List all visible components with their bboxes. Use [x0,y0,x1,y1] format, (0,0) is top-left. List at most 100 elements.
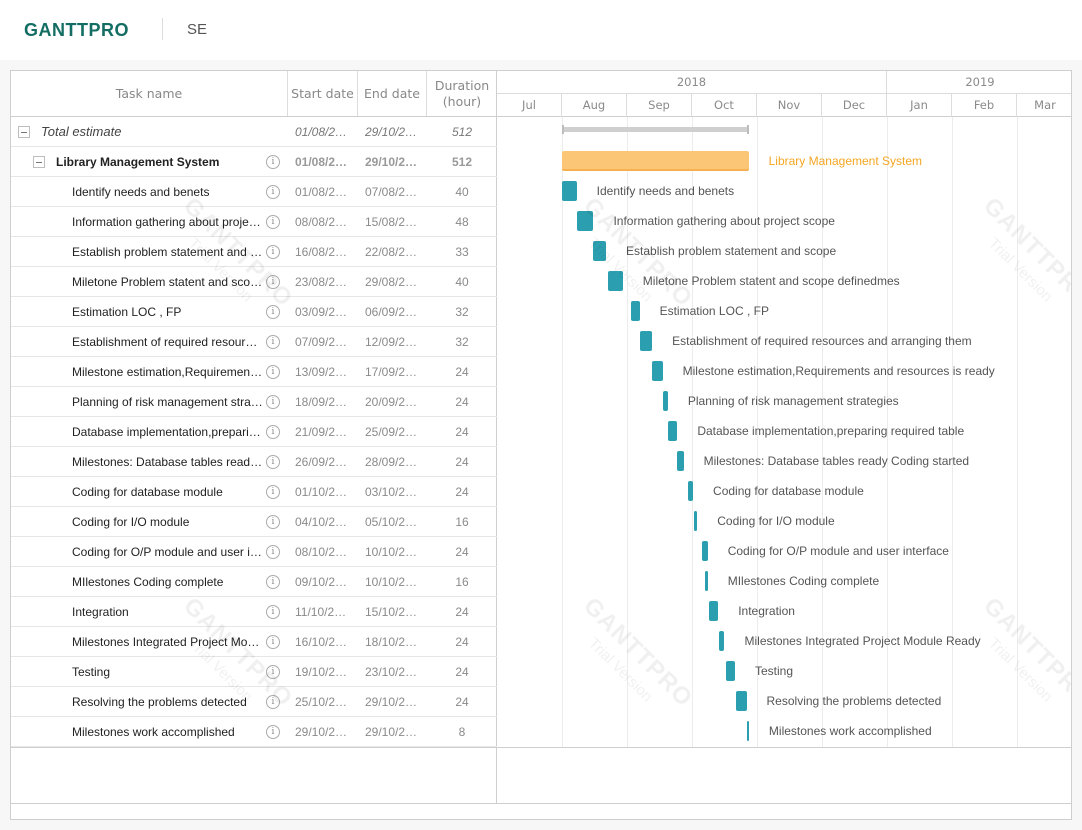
end-date-cell[interactable]: 17/09/2… [365,357,423,387]
task-name[interactable]: Milestones: Database tables ready Coding… [72,447,263,477]
task-row[interactable]: Establishment of required resources and … [11,327,497,357]
column-header-duration[interactable]: Duration (hour) [427,71,497,116]
duration-cell[interactable]: 40 [427,267,497,297]
info-icon[interactable]: i [266,275,280,289]
empty-add-area[interactable] [11,747,1071,803]
task-name[interactable]: Resolving the problems detected [72,687,263,717]
task-bar[interactable] [677,451,684,471]
task-name[interactable]: Planning of risk management strategies [72,387,263,417]
info-icon[interactable]: i [266,245,280,259]
task-name[interactable]: Establishment of required resources and … [72,327,263,357]
end-date-cell[interactable]: 06/09/2… [365,297,423,327]
task-row[interactable]: Milestone estimation,Requirements and re… [11,357,497,387]
task-bar[interactable] [652,361,663,381]
task-bar[interactable] [667,421,678,441]
horizontal-scrollbar[interactable] [11,803,1071,819]
duration-cell[interactable]: 512 [427,117,497,147]
task-row[interactable]: Milestones Integrated Project Module Rea… [11,627,497,657]
duration-cell[interactable]: 32 [427,327,497,357]
start-date-cell[interactable]: 16/08/2… [295,237,353,267]
info-icon[interactable]: i [266,485,280,499]
info-icon[interactable]: i [266,425,280,439]
duration-cell[interactable]: 16 [427,507,497,537]
task-name[interactable]: Miletone Problem statent and scope defin… [72,267,263,297]
start-date-cell[interactable]: 01/08/2… [295,147,353,177]
info-icon[interactable]: i [266,665,280,679]
duration-cell[interactable]: 48 [427,207,497,237]
task-row[interactable]: Establish problem statement and scope i 16… [11,237,497,267]
task-bar[interactable] [639,331,653,351]
start-date-cell[interactable]: 16/10/2… [295,627,353,657]
duration-cell[interactable]: 24 [427,417,497,447]
duration-cell[interactable]: 32 [427,297,497,327]
start-date-cell[interactable]: 07/09/2… [295,327,353,357]
start-date-cell[interactable]: 04/10/2… [295,507,353,537]
task-name[interactable]: Testing [72,657,263,687]
end-date-cell[interactable]: 22/08/2… [365,237,423,267]
task-name[interactable]: Milestone estimation,Requirements and re… [72,357,263,387]
task-row[interactable]: Coding for database module i 01/10/2… 03/10… [11,477,497,507]
end-date-cell[interactable]: 29/10/2… [365,717,423,747]
duration-cell[interactable]: 24 [427,387,497,417]
task-row[interactable]: Resolving the problems detected i 25/10/2…… [11,687,497,717]
end-date-cell[interactable]: 15/10/2… [365,597,423,627]
duration-cell[interactable]: 24 [427,657,497,687]
task-name[interactable]: Establish problem statement and scope [72,237,263,267]
task-row[interactable]: Miletone Problem statent and scope defin… [11,267,497,297]
duration-cell[interactable]: 512 [427,147,497,177]
info-icon[interactable]: i [266,695,280,709]
task-bar[interactable] [608,271,623,291]
start-date-cell[interactable]: 23/08/2… [295,267,353,297]
task-bar[interactable] [631,301,640,321]
start-date-cell[interactable]: 26/09/2… [295,447,353,477]
end-date-cell[interactable]: 28/09/2… [365,447,423,477]
task-row[interactable]: Integration i 11/10/2… 15/10/2… 24 [11,597,497,627]
start-date-cell[interactable]: 08/08/2… [295,207,353,237]
total-estimate-row[interactable]: Total estimate 01/08/2… 29/10/2… 512 [11,117,497,147]
end-date-cell[interactable]: 29/08/2… [365,267,423,297]
task-bar[interactable] [576,211,594,231]
task-bar[interactable] [736,691,747,711]
task-row[interactable]: Coding for I/O module i 04/10/2… 05/10/2… 16 [11,507,497,537]
duration-cell[interactable]: 24 [427,687,497,717]
task-row[interactable]: Information gathering about project scop… [11,207,497,237]
info-icon[interactable]: i [266,155,280,169]
task-name[interactable]: MIlestones Coding complete [72,567,263,597]
info-icon[interactable]: i [266,455,280,469]
duration-cell[interactable]: 16 [427,567,497,597]
info-icon[interactable]: i [266,605,280,619]
duration-cell[interactable]: 24 [427,447,497,477]
start-date-cell[interactable]: 03/09/2… [295,297,353,327]
info-icon[interactable]: i [266,515,280,529]
task-name[interactable]: Estimation LOC , FP [72,297,263,327]
info-icon[interactable]: i [266,575,280,589]
start-date-cell[interactable]: 11/10/2… [295,597,353,627]
task-row[interactable]: Estimation LOC , FP i 03/09/2… 06/09/2… 32 [11,297,497,327]
project-code[interactable]: SE [187,21,207,38]
start-date-cell[interactable]: 01/08/2… [295,177,353,207]
end-date-cell[interactable]: 10/10/2… [365,537,423,567]
duration-cell[interactable]: 24 [427,477,497,507]
info-icon[interactable]: i [266,725,280,739]
task-bar[interactable] [708,601,719,621]
duration-cell[interactable]: 24 [427,357,497,387]
end-date-cell[interactable]: 23/10/2… [365,657,423,687]
start-date-cell[interactable]: 01/10/2… [295,477,353,507]
task-bar[interactable] [562,181,577,201]
start-date-cell[interactable]: 19/10/2… [295,657,353,687]
column-header-end-date[interactable]: End date [358,71,427,116]
task-name[interactable]: Total estimate [41,117,281,147]
column-header-task-name[interactable]: Task name [11,71,288,116]
start-date-cell[interactable]: 13/09/2… [295,357,353,387]
task-bar[interactable] [702,541,708,561]
info-icon[interactable]: i [266,365,280,379]
task-name[interactable]: Integration [72,597,263,627]
start-date-cell[interactable]: 21/09/2… [295,417,353,447]
end-date-cell[interactable]: 12/09/2… [365,327,423,357]
collapse-toggle-icon[interactable] [33,156,45,168]
start-date-cell[interactable]: 09/10/2… [295,567,353,597]
task-name[interactable]: Information gathering about project scop… [72,207,263,237]
task-name[interactable]: Coding for O/P module and user interface [72,537,263,567]
task-bar[interactable] [694,511,698,531]
end-date-cell[interactable]: 25/09/2… [365,417,423,447]
